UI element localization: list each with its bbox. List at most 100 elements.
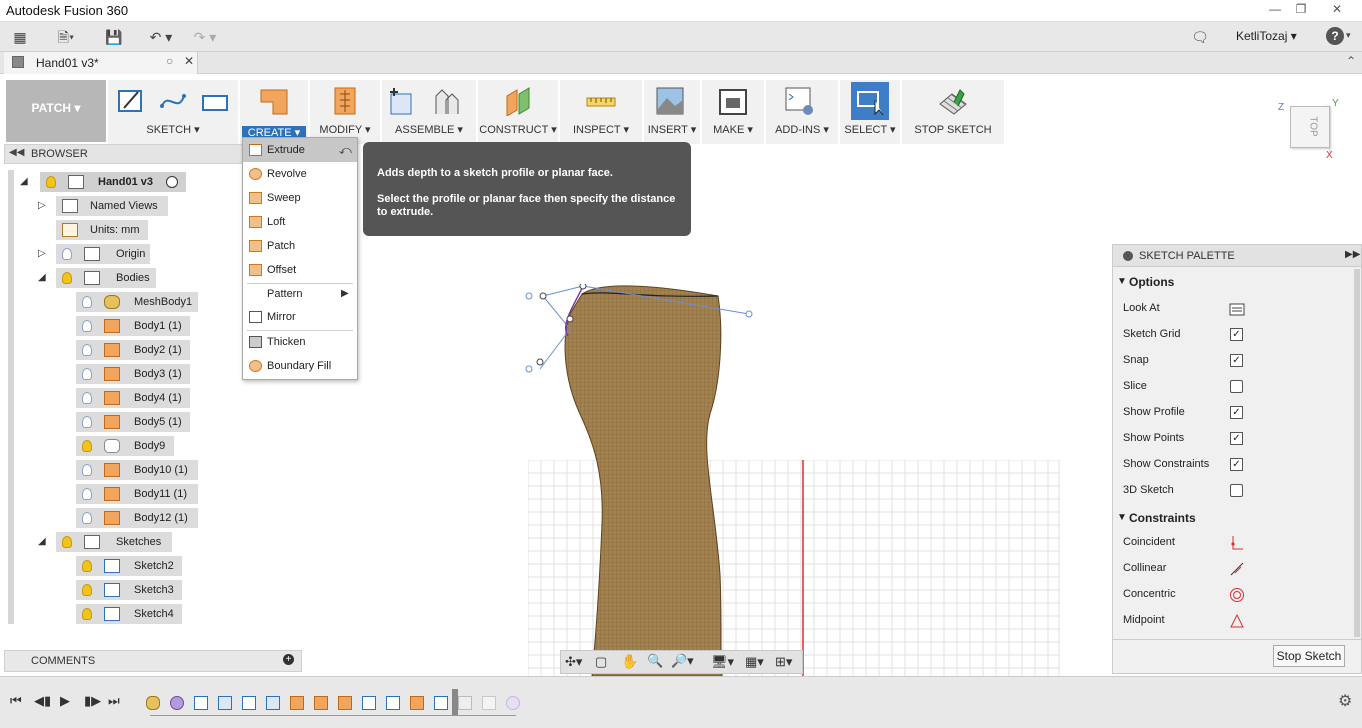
timeline-sketch-icon[interactable]: [242, 696, 256, 710]
collapse-ribbon-icon[interactable]: ⌃: [1346, 54, 1356, 68]
constraint-collinear[interactable]: Collinear: [1123, 555, 1166, 581]
menu-item-loft[interactable]: Loft: [243, 210, 357, 234]
constraint-concentric[interactable]: Concentric: [1123, 581, 1176, 607]
menu-item-extrude[interactable]: Extrude ⤺: [243, 138, 357, 162]
undo-icon[interactable]: ↶ ▾: [144, 28, 178, 46]
timeline-settings-gear-icon[interactable]: ⚙: [1338, 691, 1352, 711]
scripts-icon[interactable]: [784, 86, 814, 116]
visibility-bulb-icon[interactable]: [82, 368, 92, 380]
timeline-press-pull-icon[interactable]: [338, 696, 352, 710]
measure-icon[interactable]: [586, 86, 616, 116]
activate-radio-icon[interactable]: [166, 176, 178, 188]
timeline-suppressed-icon[interactable]: [482, 696, 496, 710]
select-group[interactable]: SELECT ▾: [840, 80, 900, 144]
save-icon[interactable]: 💾: [104, 28, 124, 46]
show-constraints-checkbox[interactable]: ✓: [1230, 458, 1243, 471]
collapse-icon[interactable]: ◢: [38, 532, 46, 552]
snap-checkbox[interactable]: ✓: [1230, 354, 1243, 367]
units-node[interactable]: Units: mm: [56, 220, 148, 240]
menu-item-mirror[interactable]: Mirror: [243, 305, 357, 329]
menu-item-thicken[interactable]: Thicken: [243, 330, 357, 354]
user-menu[interactable]: KetliTozaj ▾: [1236, 29, 1297, 43]
body-item[interactable]: Body5 (1): [76, 412, 190, 432]
option-snap[interactable]: Snap: [1123, 347, 1149, 373]
maximize-icon[interactable]: ❐: [1290, 2, 1312, 18]
timeline-suppressed-icon[interactable]: [458, 696, 472, 710]
body-item[interactable]: Body9: [76, 436, 174, 456]
step-forward-icon[interactable]: ▮▶: [84, 693, 101, 709]
timeline-patch-icon[interactable]: [290, 696, 304, 710]
option-sketch-grid[interactable]: Sketch Grid: [1123, 321, 1180, 347]
timeline-patch-icon[interactable]: [314, 696, 328, 710]
constraints-collapse-icon[interactable]: ▼: [1117, 512, 1127, 523]
menu-item-sweep[interactable]: Sweep: [243, 186, 357, 210]
close-icon[interactable]: ✕: [1326, 2, 1348, 18]
data-panel-grid-icon[interactable]: ▦: [10, 28, 30, 46]
sketch-grid-checkbox[interactable]: ✓: [1230, 328, 1243, 341]
zoom-icon[interactable]: 🔍: [647, 653, 663, 669]
collapse-icon[interactable]: ◢: [38, 268, 46, 288]
document-tab[interactable]: Hand01 v3* ○ ✕: [4, 52, 198, 74]
body-item[interactable]: Body1 (1): [76, 316, 190, 336]
offset-plane-icon[interactable]: [503, 86, 533, 116]
joint-icon[interactable]: [432, 86, 462, 116]
option-show-points[interactable]: Show Points: [1123, 425, 1184, 451]
body-item[interactable]: Body4 (1): [76, 388, 190, 408]
timeline-suppressed-icon[interactable]: [506, 696, 520, 710]
3d-sketch-checkbox[interactable]: [1230, 484, 1243, 497]
go-to-end-icon[interactable]: ⏭: [108, 693, 120, 709]
step-back-icon[interactable]: ◀▮: [34, 693, 51, 709]
body-item[interactable]: Body2 (1): [76, 340, 190, 360]
palette-scrollbar[interactable]: [1354, 269, 1360, 637]
new-component-icon[interactable]: [388, 86, 418, 116]
press-pull-icon[interactable]: [330, 86, 360, 116]
tree-root-node[interactable]: Hand01 v3: [40, 172, 186, 192]
body-item[interactable]: Body10 (1): [76, 460, 198, 480]
timeline-extrude-icon[interactable]: [410, 696, 424, 710]
collapse-browser-icon[interactable]: ◀◀: [9, 147, 24, 158]
sketch-item[interactable]: Sketch3: [76, 580, 182, 600]
visibility-bulb-icon[interactable]: [82, 416, 92, 428]
body-item[interactable]: Body11 (1): [76, 484, 198, 504]
create-group[interactable]: CREATE ▾: [240, 80, 308, 144]
collinear-icon[interactable]: [1229, 561, 1245, 577]
body-item[interactable]: MeshBody1: [76, 292, 198, 312]
menu-item-boundary-fill[interactable]: Boundary Fill: [243, 354, 357, 378]
menu-item-revolve[interactable]: Revolve: [243, 162, 357, 186]
orbit-icon[interactable]: ✣▾: [565, 654, 582, 670]
constraint-coincident[interactable]: Coincident: [1123, 529, 1175, 555]
look-at-nav-icon[interactable]: ▢: [595, 654, 607, 670]
visibility-bulb-icon[interactable]: [82, 440, 92, 452]
visibility-bulb-icon[interactable]: [82, 560, 92, 572]
palette-expand-icon[interactable]: ▶▶: [1345, 249, 1360, 260]
timeline-surface-icon[interactable]: [218, 696, 232, 710]
expand-icon[interactable]: ▷: [38, 244, 46, 264]
body-item[interactable]: Body12 (1): [76, 508, 198, 528]
comments-panel[interactable]: COMMENTS +: [4, 650, 302, 672]
slice-checkbox[interactable]: [1230, 380, 1243, 393]
stop-sketch-group[interactable]: STOP SKETCH: [902, 80, 1004, 144]
inspect-group[interactable]: INSPECT ▾: [560, 80, 642, 144]
palette-minimize-icon[interactable]: [1123, 251, 1133, 261]
timeline-mesh-icon[interactable]: [146, 696, 160, 710]
constraint-midpoint[interactable]: Midpoint: [1123, 607, 1165, 633]
insert-group[interactable]: INSERT ▾: [644, 80, 700, 144]
option-look-at[interactable]: Look At: [1123, 295, 1160, 321]
sketch-group[interactable]: SKETCH ▾: [108, 80, 238, 144]
visibility-bulb-icon[interactable]: [82, 344, 92, 356]
look-at-icon[interactable]: [1229, 302, 1245, 316]
options-collapse-icon[interactable]: ▼: [1117, 276, 1127, 287]
display-settings-icon[interactable]: 🖥▾: [711, 654, 734, 670]
concentric-icon[interactable]: [1229, 587, 1245, 603]
close-tab-icon[interactable]: ✕: [184, 54, 194, 68]
menu-item-pattern[interactable]: Pattern ▶: [243, 282, 357, 306]
sketch-item[interactable]: Sketch4: [76, 604, 182, 624]
option-show-profile[interactable]: Show Profile: [1123, 399, 1185, 425]
sketch-item[interactable]: Sketch2: [76, 556, 182, 576]
insert-image-icon[interactable]: [655, 86, 685, 116]
view-cube[interactable]: TOP Z Y X: [1276, 98, 1344, 164]
add-comment-icon[interactable]: +: [283, 654, 294, 665]
job-status-icon[interactable]: 🗨: [1190, 28, 1210, 46]
zoom-window-icon[interactable]: 🔎▾: [671, 653, 694, 669]
modify-group[interactable]: MODIFY ▾: [310, 80, 380, 144]
